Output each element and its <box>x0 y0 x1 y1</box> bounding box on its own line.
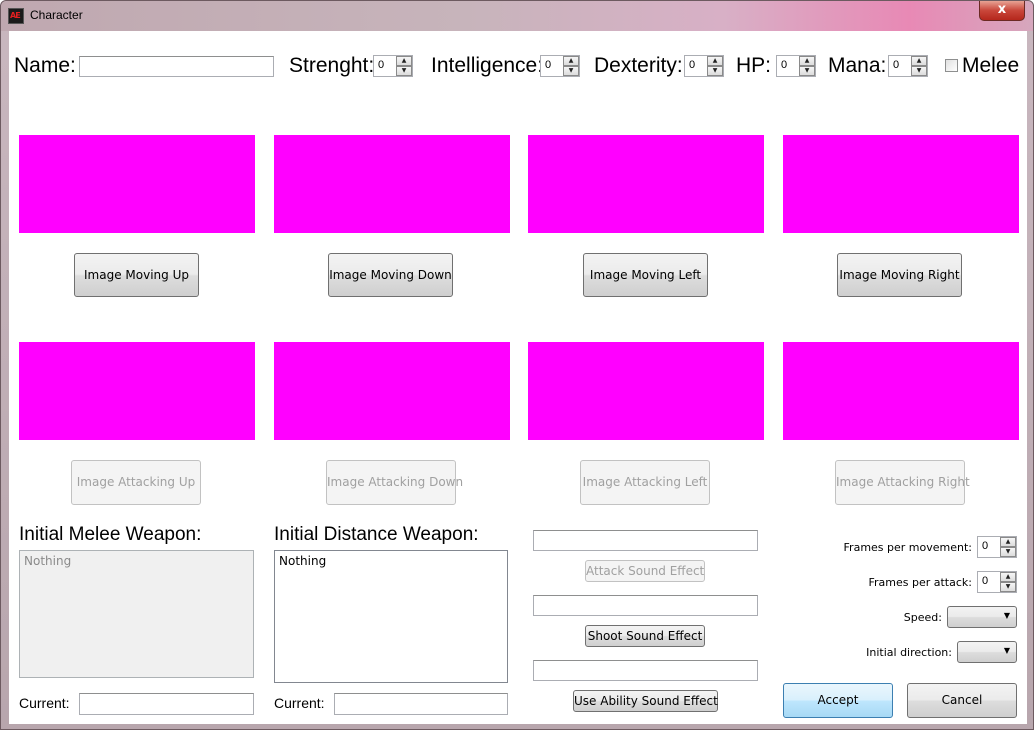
mana-label: Mana: <box>828 54 887 77</box>
image-moving-down-button[interactable]: Image Moving Down <box>328 253 453 297</box>
melee-weapon-list[interactable]: Nothing <box>19 550 254 678</box>
dialog-content: Name: Strenght: 0 ▲ ▼ Intelligence: 0 ▲ ▼ … <box>9 31 1027 724</box>
spin-up-icon[interactable]: ▲ <box>563 56 579 66</box>
name-input[interactable] <box>79 56 274 77</box>
dexterity-label: Dexterity: <box>594 54 683 77</box>
attack-sound-field[interactable] <box>533 530 758 551</box>
melee-weapon-title: Initial Melee Weapon: <box>19 524 202 545</box>
initial-direction-select[interactable]: ▼ <box>957 641 1017 663</box>
spin-up-icon[interactable]: ▲ <box>396 56 412 66</box>
spin-down-icon[interactable]: ▼ <box>911 66 927 76</box>
intelligence-label: Intelligence: <box>431 54 544 77</box>
speed-label: Speed: <box>903 611 942 624</box>
app-logo-icon: AE <box>8 8 24 24</box>
image-moving-right-preview <box>783 135 1019 233</box>
image-attacking-up-preview <box>19 342 255 440</box>
window-title: Character <box>30 8 83 22</box>
intelligence-value: 0 <box>545 59 552 71</box>
spin-up-icon[interactable]: ▲ <box>911 56 927 66</box>
spin-down-icon[interactable]: ▼ <box>1000 582 1016 592</box>
spin-down-icon[interactable]: ▼ <box>396 66 412 76</box>
frames-attack-stepper[interactable]: 0 ▲ ▼ <box>977 571 1017 593</box>
mana-value: 0 <box>893 59 900 71</box>
distance-current-label: Current: <box>274 695 325 711</box>
dexterity-stepper[interactable]: 0 ▲ ▼ <box>684 55 724 77</box>
frames-movement-stepper[interactable]: 0 ▲ ▼ <box>977 536 1017 558</box>
character-window: AE Character x Name: Strenght: 0 ▲ ▼ Inte… <box>0 0 1034 730</box>
spin-down-icon[interactable]: ▼ <box>799 66 815 76</box>
frames-attack-value: 0 <box>982 575 989 587</box>
image-moving-down-preview <box>274 135 510 233</box>
list-item[interactable]: Nothing <box>279 554 503 568</box>
ability-sound-button[interactable]: Use Ability Sound Effect <box>573 690 718 712</box>
image-attacking-up-button[interactable]: Image Attacking Up <box>71 460 201 505</box>
spin-down-icon[interactable]: ▼ <box>563 66 579 76</box>
image-moving-left-preview <box>528 135 764 233</box>
initial-direction-label: Initial direction: <box>866 646 952 659</box>
intelligence-stepper[interactable]: 0 ▲ ▼ <box>540 55 580 77</box>
distance-weapon-title: Initial Distance Weapon: <box>274 524 479 545</box>
distance-current-field[interactable] <box>334 693 508 715</box>
frames-movement-label: Frames per movement: <box>843 541 972 554</box>
hp-stepper[interactable]: 0 ▲ ▼ <box>776 55 816 77</box>
hp-value: 0 <box>781 59 788 71</box>
strength-label: Strenght: <box>289 54 375 77</box>
strength-stepper[interactable]: 0 ▲ ▼ <box>373 55 413 77</box>
spin-up-icon[interactable]: ▲ <box>707 56 723 66</box>
image-attacking-left-preview <box>528 342 764 440</box>
speed-select[interactable]: ▼ <box>947 606 1017 628</box>
dexterity-value: 0 <box>689 59 696 71</box>
image-moving-up-preview <box>19 135 255 233</box>
shoot-sound-button[interactable]: Shoot Sound Effect <box>585 625 705 647</box>
melee-checkbox[interactable] <box>945 59 958 72</box>
spin-down-icon[interactable]: ▼ <box>1000 547 1016 557</box>
image-moving-left-button[interactable]: Image Moving Left <box>583 253 708 297</box>
strength-value: 0 <box>378 59 385 71</box>
attack-sound-button[interactable]: Attack Sound Effect <box>585 560 705 582</box>
frames-movement-value: 0 <box>982 540 989 552</box>
chevron-down-icon: ▼ <box>1003 611 1010 620</box>
mana-stepper[interactable]: 0 ▲ ▼ <box>888 55 928 77</box>
spin-down-icon[interactable]: ▼ <box>707 66 723 76</box>
ability-sound-field[interactable] <box>533 660 758 681</box>
name-label: Name: <box>14 54 76 77</box>
spin-up-icon[interactable]: ▲ <box>1000 537 1016 547</box>
frames-attack-label: Frames per attack: <box>868 576 972 589</box>
title-bar[interactable]: AE Character x <box>1 1 1033 31</box>
melee-label: Melee <box>962 54 1020 77</box>
image-attacking-down-button[interactable]: Image Attacking Down <box>326 460 463 505</box>
distance-weapon-list[interactable]: Nothing <box>274 550 508 683</box>
cancel-button[interactable]: Cancel <box>907 683 1017 718</box>
image-attacking-left-button[interactable]: Image Attacking Left <box>580 460 710 505</box>
accept-button[interactable]: Accept <box>783 683 893 718</box>
hp-label: HP: <box>736 54 772 77</box>
image-attacking-down-preview <box>274 342 510 440</box>
close-button[interactable]: x <box>979 1 1025 21</box>
melee-current-label: Current: <box>19 695 70 711</box>
spin-up-icon[interactable]: ▲ <box>1000 572 1016 582</box>
image-moving-up-button[interactable]: Image Moving Up <box>74 253 199 297</box>
image-attacking-right-button[interactable]: Image Attacking Right <box>835 460 970 505</box>
melee-current-field[interactable] <box>79 693 254 715</box>
image-moving-right-button[interactable]: Image Moving Right <box>837 253 962 297</box>
list-item[interactable]: Nothing <box>24 554 249 568</box>
image-attacking-right-preview <box>783 342 1019 440</box>
shoot-sound-field[interactable] <box>533 595 758 616</box>
spin-up-icon[interactable]: ▲ <box>799 56 815 66</box>
chevron-down-icon: ▼ <box>1003 646 1010 655</box>
